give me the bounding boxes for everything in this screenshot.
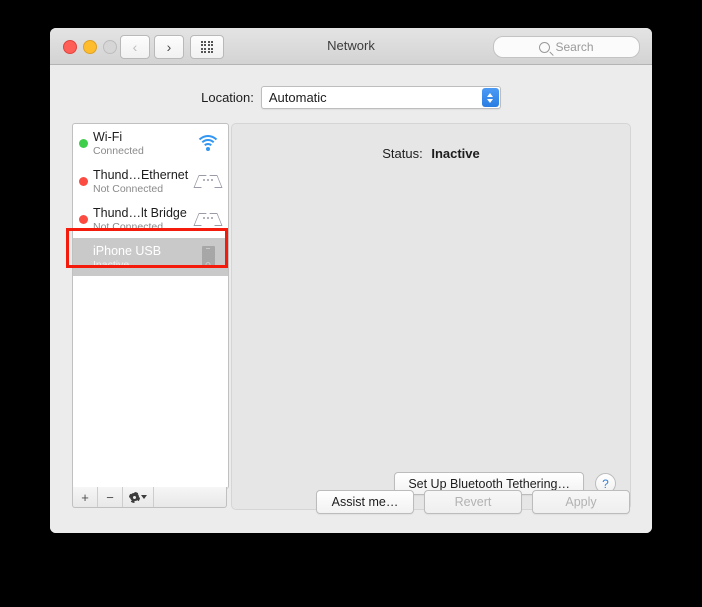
show-all-button[interactable] — [190, 35, 224, 59]
list-item-iphone-usb[interactable]: iPhone USB Inactive — [73, 238, 228, 276]
apply-button: Apply — [532, 490, 630, 514]
location-value: Automatic — [268, 90, 327, 105]
status-dot-connected — [79, 138, 88, 148]
status-dot-none — [79, 253, 88, 262]
service-name: Thund…lt Bridge — [93, 206, 187, 221]
location-row: Location: Automatic — [50, 86, 652, 109]
network-service-list[interactable]: Wi-Fi Connected Thund…Ethernet Not Conne… — [72, 123, 229, 489]
grid-icon — [200, 40, 214, 54]
location-label: Location: — [201, 90, 254, 105]
location-dropdown[interactable]: Automatic — [260, 86, 501, 109]
thunderbolt-icon — [193, 206, 223, 232]
window-titlebar: ‹ › Network Search — [50, 28, 652, 65]
network-preferences-window: ‹ › Network Search Location: Automatic W… — [50, 28, 652, 533]
navigation-buttons: ‹ › — [120, 35, 184, 59]
remove-service-button[interactable]: − — [98, 487, 123, 507]
wifi-icon — [195, 130, 221, 156]
status-value: Inactive — [431, 146, 480, 161]
back-button[interactable]: ‹ — [120, 35, 150, 59]
chevron-left-icon: ‹ — [132, 39, 138, 55]
service-status: Connected — [93, 145, 144, 158]
window-body: Location: Automatic Wi-Fi Connected Thun… — [50, 65, 652, 533]
chevron-down-icon — [141, 495, 147, 499]
footer-buttons: Assist me… Revert Apply — [316, 490, 630, 514]
zoom-button[interactable] — [103, 40, 117, 54]
chevron-right-icon: › — [166, 39, 172, 55]
list-item-thunderbolt-ethernet[interactable]: Thund…Ethernet Not Connected — [73, 162, 228, 200]
search-input[interactable]: Search — [493, 36, 640, 58]
status-row: Status: Inactive — [232, 146, 630, 161]
service-name: Wi-Fi — [93, 130, 123, 145]
desktop-background: ‹ › Network Search Location: Automatic W… — [0, 0, 702, 607]
chevron-updown-icon[interactable] — [481, 88, 499, 107]
service-actions-button[interactable] — [123, 487, 154, 507]
service-detail-panel: Status: Inactive Set Up Bluetooth Tether… — [231, 123, 631, 510]
service-list-toolbar: + − — [72, 487, 227, 508]
service-status: Not Connected — [93, 221, 164, 234]
service-name: Thund…Ethernet — [93, 168, 189, 183]
assist-me-button[interactable]: Assist me… — [316, 490, 414, 514]
thunderbolt-icon — [193, 168, 223, 194]
service-name: iPhone USB — [93, 244, 162, 259]
forward-button[interactable]: › — [154, 35, 184, 59]
service-status: Not Connected — [93, 183, 164, 196]
status-dot-disconnected — [79, 176, 88, 186]
list-item-thunderbolt-bridge[interactable]: Thund…lt Bridge Not Connected — [73, 200, 228, 238]
minimize-button[interactable] — [83, 40, 97, 54]
add-service-button[interactable]: + — [73, 487, 98, 507]
close-button[interactable] — [63, 40, 77, 54]
list-item-wifi[interactable]: Wi-Fi Connected — [73, 124, 228, 162]
service-status: Inactive — [93, 259, 130, 272]
search-placeholder: Search — [555, 40, 594, 54]
revert-button: Revert — [424, 490, 522, 514]
iphone-icon — [195, 244, 221, 270]
status-dot-disconnected — [79, 214, 88, 224]
status-label: Status: — [382, 146, 423, 161]
gear-icon — [129, 491, 140, 503]
search-icon — [539, 41, 551, 53]
